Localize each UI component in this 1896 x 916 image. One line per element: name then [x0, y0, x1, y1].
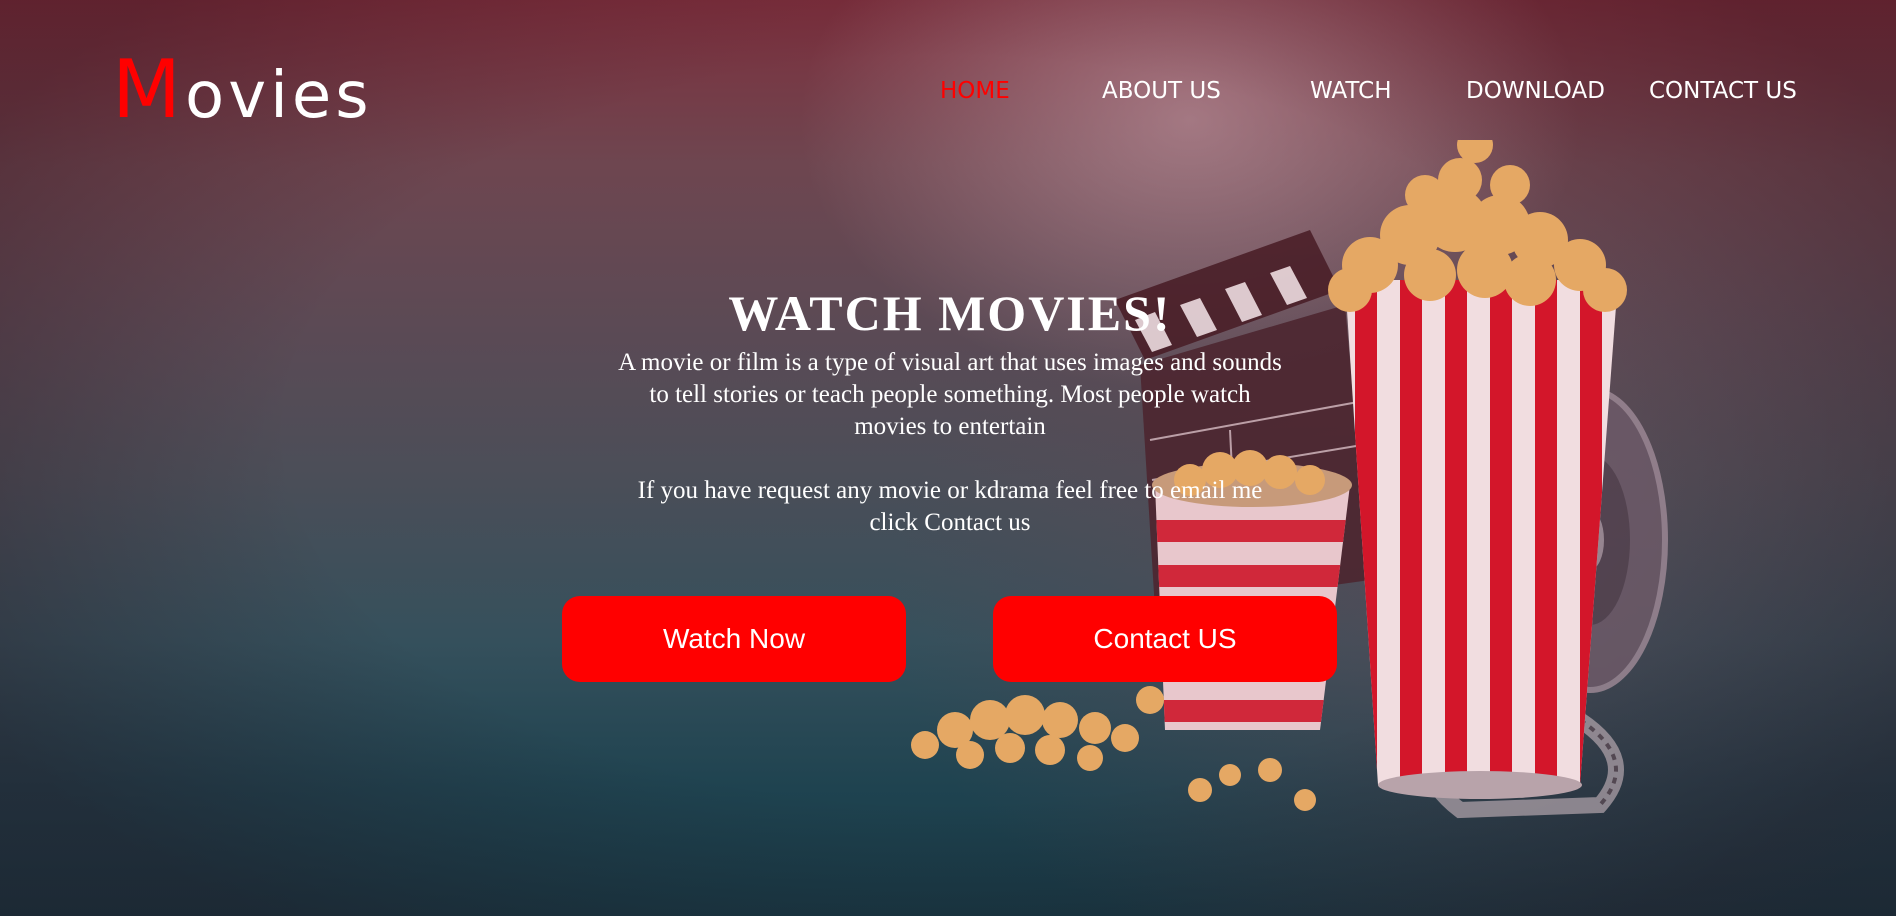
- nav-home[interactable]: HOME: [940, 78, 1010, 104]
- hero-paragraph-request: If you have request any movie or kdrama …: [637, 477, 1263, 536]
- hero-title: WATCH MOVIES!: [728, 285, 1172, 341]
- nav-about-us[interactable]: ABOUT US: [1102, 78, 1221, 104]
- contact-us-button[interactable]: Contact US: [993, 596, 1337, 682]
- watch-now-button[interactable]: Watch Now: [562, 596, 906, 682]
- nav-watch[interactable]: WATCH: [1310, 78, 1392, 104]
- hero-paragraph-intro: A movie or film is a type of visual art …: [618, 349, 1282, 440]
- nav-contact-us[interactable]: CONTACT US: [1649, 78, 1797, 104]
- nav-download[interactable]: DOWNLOAD: [1466, 78, 1605, 104]
- hero-section: WATCH MOVIES! A movie or film is a type …: [600, 285, 1300, 539]
- main-nav: HOME ABOUT US WATCH DOWNLOAD CONTACT US: [0, 78, 1896, 108]
